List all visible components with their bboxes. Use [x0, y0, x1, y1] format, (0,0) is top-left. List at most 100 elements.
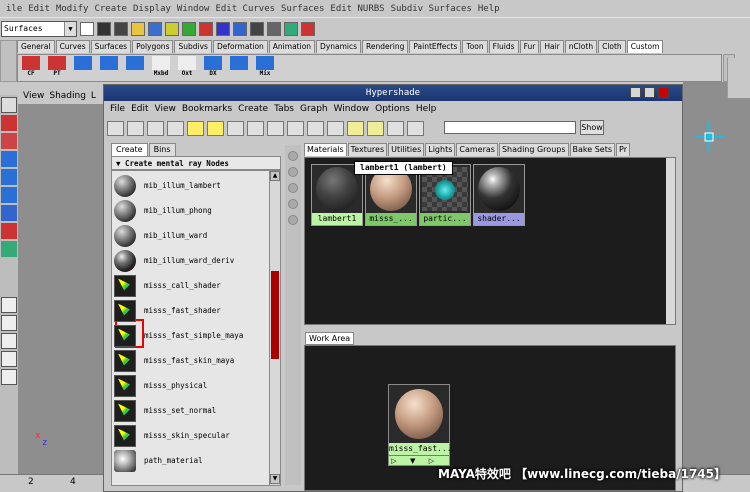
magnet-icon[interactable]	[301, 21, 315, 36]
hypershade-menu-item[interactable]: File	[110, 104, 125, 114]
list-item[interactable]: mib_illum_ward	[114, 223, 264, 248]
main-menu-item[interactable]: Subdiv Surfaces	[391, 4, 472, 14]
shelf-button[interactable]	[226, 55, 252, 81]
lasso-tool-icon[interactable]	[1, 115, 17, 131]
shelf-menu-handle[interactable]	[0, 40, 17, 82]
viewport-menu-item[interactable]: L	[91, 91, 96, 101]
maximize-button[interactable]	[644, 87, 655, 98]
tab-work-area[interactable]: Work Area	[305, 332, 355, 345]
shelf-button[interactable]: Oxt	[174, 55, 200, 81]
shader-tab[interactable]: Cameras	[456, 143, 498, 156]
list-item[interactable]: misss_fast_skin_maya	[114, 348, 264, 373]
shelf-button[interactable]	[122, 55, 148, 81]
shelf-button[interactable]: DX	[200, 55, 226, 81]
channel-box-toggle[interactable]	[727, 58, 750, 98]
list-item[interactable]: misss_set_normal	[114, 398, 264, 423]
node-list-scrollbar[interactable]: ▲ ▼	[269, 171, 280, 485]
shelf-button[interactable]	[70, 55, 96, 81]
new-scene-icon[interactable]	[80, 21, 94, 36]
graph-btn-icon[interactable]	[288, 183, 298, 193]
layout-bottom-only-icon[interactable]	[167, 120, 184, 136]
arrow-left-icon[interactable]	[187, 120, 204, 136]
hypershade-menu-item[interactable]: Edit	[131, 104, 148, 114]
select-tool-icon[interactable]	[1, 97, 17, 113]
layout-two-icon[interactable]	[1, 333, 17, 349]
move-tool-icon[interactable]	[1, 151, 17, 167]
list-item[interactable]: misss_skin_specular	[114, 423, 264, 448]
list-item[interactable]: mib_illum_ward_deriv	[114, 248, 264, 273]
snap-plane-icon[interactable]	[233, 21, 247, 36]
last-tool-icon[interactable]	[1, 241, 17, 257]
save-scene-icon[interactable]	[114, 21, 128, 36]
main-menu-item[interactable]: Surfaces	[281, 4, 324, 14]
list-item[interactable]: misss_physical	[114, 373, 264, 398]
main-menu-item[interactable]: ile	[6, 4, 22, 14]
graph-btn-icon[interactable]	[288, 167, 298, 177]
material-swatch[interactable]: shader...	[473, 164, 525, 226]
render-icon[interactable]	[250, 21, 264, 36]
shelf-tab[interactable]: Custom	[626, 40, 664, 53]
shelf-tab[interactable]: nCloth	[564, 40, 598, 53]
rotate-tool-icon[interactable]	[1, 169, 17, 185]
snap-curve-icon[interactable]	[199, 21, 213, 36]
shelf-tab[interactable]: Rendering	[362, 40, 409, 53]
graph-btn-icon[interactable]	[288, 199, 298, 209]
work-area-node[interactable]: misss_fast... ▷ ▼ ▷	[388, 384, 452, 466]
list-item[interactable]: misss_fast_simple_maya	[114, 323, 264, 348]
hypershade-menu-item[interactable]: Bookmarks	[182, 104, 232, 114]
main-menu-item[interactable]: Edit NURBS	[330, 4, 384, 14]
shader-tab[interactable]: Bake Sets	[569, 143, 616, 156]
shelf-button[interactable]: Mix	[252, 55, 278, 81]
shader-tab[interactable]: Utilities	[388, 143, 425, 156]
create-bar-header[interactable]: ▼ Create mental ray Nodes	[111, 156, 281, 170]
tab-bins[interactable]: Bins	[148, 143, 176, 156]
graph-output-icon[interactable]	[287, 120, 304, 136]
graph-input-icon[interactable]	[267, 120, 284, 136]
shelf-tab[interactable]: Cloth	[598, 40, 626, 53]
viewport-menu-item[interactable]: Shading	[49, 91, 86, 101]
swatch-icon[interactable]	[367, 120, 384, 136]
shelf-tab[interactable]: Fluids	[488, 40, 519, 53]
layout-create-bar-icon[interactable]	[107, 120, 124, 136]
shader-tab[interactable]: Textures	[347, 143, 388, 156]
main-menu-item[interactable]: Display	[133, 4, 171, 14]
shelf-button[interactable]: PT	[44, 55, 70, 81]
close-button[interactable]	[658, 87, 669, 98]
layout-graph-icon[interactable]	[1, 351, 17, 367]
render-settings-icon[interactable]	[284, 21, 298, 36]
main-menu-item[interactable]: Help	[478, 4, 500, 14]
manipulator-icon[interactable]	[1, 205, 17, 221]
shelf-tab[interactable]: Curves	[55, 40, 90, 53]
shelf-tab[interactable]: Animation	[268, 40, 316, 53]
graph-btn-icon[interactable]	[288, 151, 298, 161]
layout-outliner-icon[interactable]	[1, 369, 17, 385]
select-hierarchy-icon[interactable]	[131, 21, 145, 36]
layout-single-icon[interactable]	[1, 297, 17, 313]
scroll-down-button[interactable]: ▼	[270, 474, 280, 484]
materials-scrollbar[interactable]	[666, 158, 675, 324]
hypershade-menu-item[interactable]: Create	[238, 104, 268, 114]
shelf-tab[interactable]: Deformation	[212, 40, 268, 53]
main-menu-item[interactable]: Edit Curves	[215, 4, 275, 14]
list-item[interactable]: misss_fast_shader	[114, 298, 264, 323]
menu-set-dropdown[interactable]: Surfaces ▼	[1, 20, 77, 37]
open-scene-icon[interactable]	[97, 21, 111, 36]
list-item[interactable]: path_material	[114, 448, 264, 473]
shelf-tab[interactable]: PaintEffects	[409, 40, 462, 53]
shelf-tab[interactable]: Subdivs	[174, 40, 212, 53]
shelf-button[interactable]	[96, 55, 122, 81]
list-item[interactable]: mib_illum_phong	[114, 198, 264, 223]
hypershade-menu-item[interactable]: View	[155, 104, 176, 114]
hypershade-menu-item[interactable]: Tabs	[274, 104, 294, 114]
layout-four-icon[interactable]	[1, 315, 17, 331]
shelf-tab[interactable]: Surfaces	[90, 40, 132, 53]
main-menu-item[interactable]: Edit	[28, 4, 50, 14]
panel-divider[interactable]	[285, 145, 301, 485]
hypershade-menu-item[interactable]: Options	[375, 104, 410, 114]
minimize-button[interactable]	[630, 87, 641, 98]
shader-tab[interactable]: Lights	[425, 143, 456, 156]
scroll-up-button[interactable]: ▲	[270, 171, 280, 181]
shader-tab[interactable]: Pr	[616, 143, 631, 156]
hypershade-menu-item[interactable]: Graph	[300, 104, 328, 114]
shelf-button[interactable]: Mxbd	[148, 55, 174, 81]
